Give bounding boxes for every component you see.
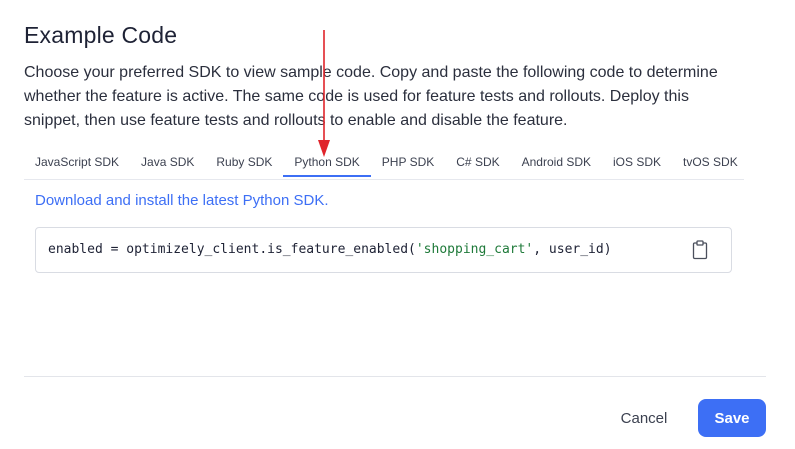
- tab-python-sdk[interactable]: Python SDK: [283, 148, 371, 177]
- save-button[interactable]: Save: [698, 399, 766, 437]
- download-sdk-link[interactable]: Download and install the latest Python S…: [35, 192, 329, 209]
- footer-divider: [24, 376, 766, 377]
- code-snippet[interactable]: enabled = optimizely_client.is_feature_e…: [48, 242, 612, 258]
- tab-csharp-sdk[interactable]: C# SDK: [445, 148, 510, 177]
- tab-javascript-sdk[interactable]: JavaScript SDK: [24, 148, 130, 177]
- tab-ios-sdk[interactable]: iOS SDK: [602, 148, 672, 177]
- code-suffix: , user_id): [533, 242, 612, 257]
- tab-android-sdk[interactable]: Android SDK: [511, 148, 602, 177]
- tab-java-sdk[interactable]: Java SDK: [130, 148, 205, 177]
- code-string-arg: 'shopping_cart': [415, 242, 534, 257]
- code-prefix: enabled = optimizely_client.is_feature_e…: [48, 242, 416, 257]
- tab-ruby-sdk[interactable]: Ruby SDK: [205, 148, 283, 177]
- tab-php-sdk[interactable]: PHP SDK: [371, 148, 445, 177]
- cancel-button[interactable]: Cancel: [608, 400, 680, 436]
- tab-tvos-sdk[interactable]: tvOS SDK: [672, 148, 749, 177]
- sdk-tabs: JavaScript SDK Java SDK Ruby SDK Python …: [24, 148, 744, 180]
- code-snippet-box: enabled = optimizely_client.is_feature_e…: [35, 227, 732, 273]
- example-code-dialog: Example Code Choose your preferred SDK t…: [0, 0, 795, 449]
- dialog-title: Example Code: [24, 22, 178, 48]
- dialog-description: Choose your preferred SDK to view sample…: [24, 64, 718, 129]
- clipboard-icon[interactable]: [692, 240, 708, 260]
